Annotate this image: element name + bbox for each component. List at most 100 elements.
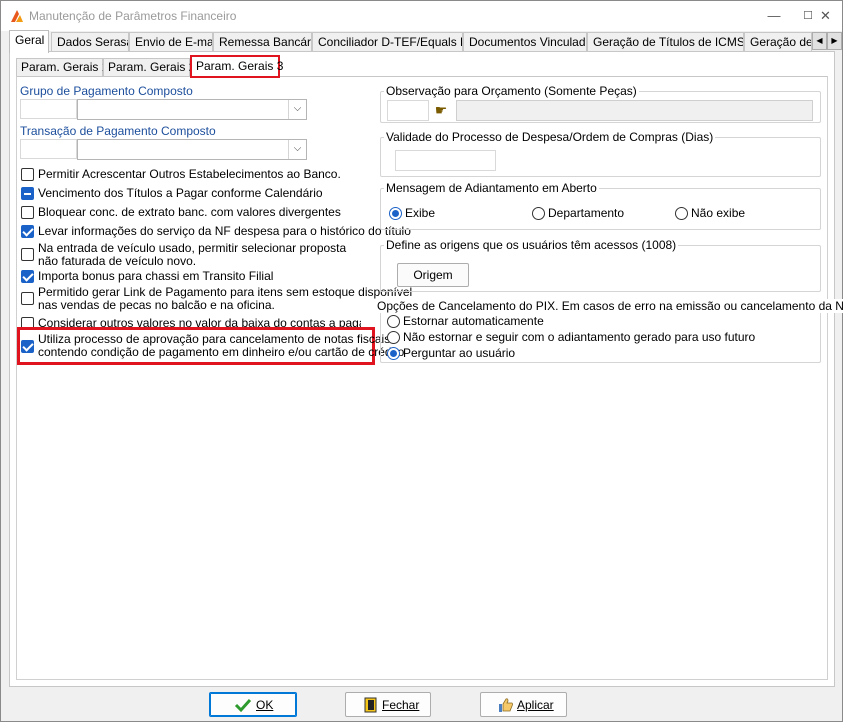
close-button[interactable]: ✕ xyxy=(809,1,842,31)
window-title: Manutenção de Parâmetros Financeiro xyxy=(29,9,237,23)
radio-departamento[interactable]: Departamento xyxy=(532,206,625,221)
subtab-param-gerais-2[interactable]: Param. Gerais 2 xyxy=(103,58,195,77)
validade-dias-input[interactable] xyxy=(395,150,496,171)
app-logo-icon xyxy=(11,10,23,22)
ok-label: OK xyxy=(256,698,274,712)
checkbox-box[interactable] xyxy=(21,248,34,261)
checkbox-entrada-veiculo-usado[interactable]: Na entrada de veículo usado, permitir se… xyxy=(21,242,361,270)
group-title: Opções de Cancelamento do PIX. Em casos … xyxy=(375,299,843,313)
lookup-hand-icon[interactable]: ☛ xyxy=(430,100,452,121)
group-validade-processo: Validade do Processo de Despesa/Ordem de… xyxy=(380,130,821,177)
door-exit-icon xyxy=(364,697,377,713)
radio-circle[interactable] xyxy=(532,207,545,220)
radio-circle[interactable] xyxy=(387,315,400,328)
title-bar: Manutenção de Parâmetros Financeiro — ☐ … xyxy=(1,1,842,31)
dialog-footer: OK Fechar Aplicar xyxy=(1,688,842,721)
radio-label: Não exibe xyxy=(691,206,746,220)
checkbox-label: Vencimento dos Títulos a Pagar conforme … xyxy=(38,186,323,200)
checkbox-link-pagamento[interactable]: Permitido gerar Link de Pagamento para i… xyxy=(21,286,412,314)
chevron-down-icon[interactable]: ⌵ xyxy=(288,140,306,159)
origem-button[interactable]: Origem xyxy=(397,263,469,287)
transacao-pagamento-select[interactable]: ⌵ xyxy=(77,139,307,160)
window: Manutenção de Parâmetros Financeiro — ☐ … xyxy=(0,0,843,722)
tab-scroll-arrows: ◀ ▶ xyxy=(812,32,843,50)
subtab-param-gerais-1[interactable]: Param. Gerais 1 xyxy=(16,58,108,77)
checkbox-label-line2: não faturada de veículo novo. xyxy=(38,254,197,268)
observacao-description-field xyxy=(456,100,813,121)
radio-label: Não estornar e seguir com o adiantamento… xyxy=(403,330,756,344)
radio-nao-estornar[interactable]: Não estornar e seguir com o adiantamento… xyxy=(387,331,755,345)
checkbox-label: Bloquear conc. de extrato banc. com valo… xyxy=(38,205,341,219)
checkbox-importa-bonus[interactable]: Importa bonus para chassi em Transito Fi… xyxy=(21,270,351,284)
tab-conciliador[interactable]: Conciliador D-TEF/Equals Lite xyxy=(312,32,463,52)
group-title: Validade do Processo de Despesa/Ordem de… xyxy=(384,130,716,144)
checkbox-box[interactable] xyxy=(21,270,34,283)
radio-label: Perguntar ao usuário xyxy=(403,346,516,360)
grupo-pagamento-select[interactable]: ⌵ xyxy=(77,99,307,120)
group-title: Observação para Orçamento (Somente Peças… xyxy=(384,84,639,98)
group-title: Mensagem de Adiantamento em Aberto xyxy=(384,181,599,195)
observacao-code-input[interactable] xyxy=(387,100,429,121)
radio-circle[interactable] xyxy=(675,207,688,220)
tab-geracao-icms-st[interactable]: Geração de Títulos de ICMS ST xyxy=(587,32,744,52)
tab-page-geral: Param. Gerais 1 Param. Gerais 2 Param. G… xyxy=(9,51,843,687)
radio-circle[interactable] xyxy=(389,207,402,220)
transacao-pagamento-code-input[interactable] xyxy=(20,139,77,159)
radio-label: Departamento xyxy=(548,206,625,220)
checkbox-label: Importa bonus para chassi em Transito Fi… xyxy=(38,269,274,283)
radio-exibe[interactable]: Exibe xyxy=(389,207,439,221)
grupo-pagamento-label: Grupo de Pagamento Composto xyxy=(20,84,193,98)
radio-circle[interactable] xyxy=(387,347,400,360)
checkbox-box[interactable] xyxy=(21,206,34,219)
checkbox-label: Considerar outros valores no valor da ba… xyxy=(38,317,361,327)
checkbox-label: Permitir Acrescentar Outros Estabelecime… xyxy=(38,167,341,181)
minimize-button[interactable]: — xyxy=(757,1,791,31)
radio-nao-exibe[interactable]: Não exibe xyxy=(675,207,745,221)
main-tab-strip: Geral Dados Serasa Envio de E-mail Remes… xyxy=(9,30,842,53)
ok-button[interactable]: OK xyxy=(209,692,297,717)
tab-dados-serasa[interactable]: Dados Serasa xyxy=(51,32,129,52)
checkbox-box[interactable] xyxy=(21,340,34,353)
checkbox-bloquear-conc[interactable]: Bloquear conc. de extrato banc. com valo… xyxy=(21,206,351,220)
group-observacao-orcamento: Observação para Orçamento (Somente Peças… xyxy=(380,84,821,123)
grupo-pagamento-code-input[interactable] xyxy=(20,99,77,119)
fechar-button[interactable]: Fechar xyxy=(345,692,431,717)
checkbox-considerar-outros-valores[interactable]: Considerar outros valores no valor da ba… xyxy=(21,317,361,327)
radio-estornar-automaticamente[interactable]: Estornar automaticamente xyxy=(387,315,547,329)
tab-scroll-left-icon[interactable]: ◀ xyxy=(812,32,827,50)
checkbox-aprovacao-cancelamento[interactable]: Utiliza processo de aprovação para cance… xyxy=(21,333,404,361)
group-title: Define as origens que os usuários têm ac… xyxy=(384,238,679,252)
checkbox-box[interactable] xyxy=(21,317,34,327)
radio-label: Estornar automaticamente xyxy=(403,314,544,328)
tab-remessa-bancaria[interactable]: Remessa Bancária xyxy=(213,32,312,52)
checkbox-permitir-acrescentar[interactable]: Permitir Acrescentar Outros Estabelecime… xyxy=(21,168,351,182)
checkbox-box[interactable] xyxy=(21,168,34,181)
checkbox-box[interactable] xyxy=(21,187,34,200)
checkbox-vencimento-titulos[interactable]: Vencimento dos Títulos a Pagar conforme … xyxy=(21,187,351,201)
radio-perguntar-usuario[interactable]: Perguntar ao usuário xyxy=(387,347,527,361)
transacao-pagamento-label: Transação de Pagamento Composto xyxy=(20,124,216,138)
group-origens-usuarios: Define as origens que os usuários têm ac… xyxy=(380,238,821,292)
checkmark-icon xyxy=(234,698,252,713)
group-cancelamento-pix: Opções de Cancelamento do PIX. Em casos … xyxy=(375,299,843,363)
checkbox-levar-informacoes[interactable]: Levar informações do serviço da NF despe… xyxy=(21,225,411,239)
checkbox-box[interactable] xyxy=(21,292,34,305)
tab-geracao-de[interactable]: Geração de xyxy=(744,32,812,52)
chevron-down-icon[interactable]: ⌵ xyxy=(288,100,306,119)
checkbox-label: Levar informações do serviço da NF despe… xyxy=(38,224,411,238)
tab-scroll-right-icon[interactable]: ▶ xyxy=(827,32,842,50)
checkbox-box[interactable] xyxy=(21,225,34,238)
subtab-param-gerais-3[interactable]: Param. Gerais 3 xyxy=(190,55,283,78)
radio-label: Exibe xyxy=(405,206,436,220)
tab-envio-email[interactable]: Envio de E-mail xyxy=(129,32,213,52)
subtab-page: Grupo de Pagamento Composto ⌵ Transação … xyxy=(16,76,843,680)
fechar-label: Fechar xyxy=(382,698,420,712)
radio-circle[interactable] xyxy=(387,331,400,344)
aplicar-label: Aplicar xyxy=(517,698,554,712)
tab-geral[interactable]: Geral xyxy=(9,30,49,53)
aplicar-button[interactable]: Aplicar xyxy=(480,692,567,717)
tab-documentos-vinculados[interactable]: Documentos Vinculados xyxy=(463,32,587,52)
thumbs-up-icon xyxy=(499,698,513,712)
checkbox-label-line2: contendo condição de pagamento em dinhei… xyxy=(38,345,405,359)
group-mensagem-adiantamento: Mensagem de Adiantamento em Aberto Exibe… xyxy=(380,181,821,230)
